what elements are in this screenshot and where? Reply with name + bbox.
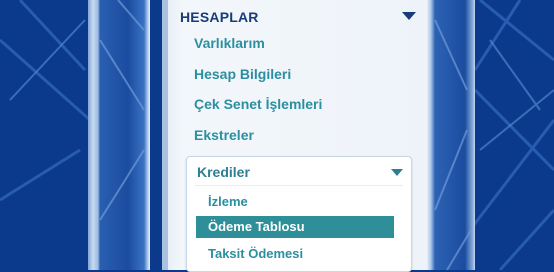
submenu-item-odeme-tablosu[interactable]: Ödeme Tablosu (196, 216, 394, 238)
menu-header-title: HESAPLAR (180, 9, 259, 25)
menu-item-ekstreler[interactable]: Ekstreler (194, 127, 254, 143)
left-decorative-rail (88, 0, 150, 270)
rail-pattern (99, 0, 145, 221)
submenu-item-izleme[interactable]: İzleme (196, 191, 394, 213)
chevron-down-icon[interactable] (402, 12, 416, 20)
menu-item-varliklarim[interactable]: Varlıklarım (194, 35, 265, 51)
panel-left-border (162, 0, 168, 270)
submenu-krediler: Krediler İzleme Ödeme Tablosu Taksit Öde… (186, 156, 412, 272)
menu-item-hesap-bilgileri[interactable]: Hesap Bilgileri (194, 66, 291, 82)
submenu-item-taksit-odemesi[interactable]: Taksit Ödemesi (196, 243, 394, 265)
submenu-divider (195, 185, 403, 186)
menu-header[interactable]: HESAPLAR (176, 6, 416, 28)
chevron-down-icon[interactable] (391, 169, 403, 176)
submenu-title[interactable]: Krediler (197, 164, 250, 180)
menu-item-cek-senet-islemleri[interactable]: Çek Senet İşlemleri (194, 96, 322, 112)
right-decorative-rail (427, 0, 475, 270)
rail-pattern (434, 19, 472, 270)
